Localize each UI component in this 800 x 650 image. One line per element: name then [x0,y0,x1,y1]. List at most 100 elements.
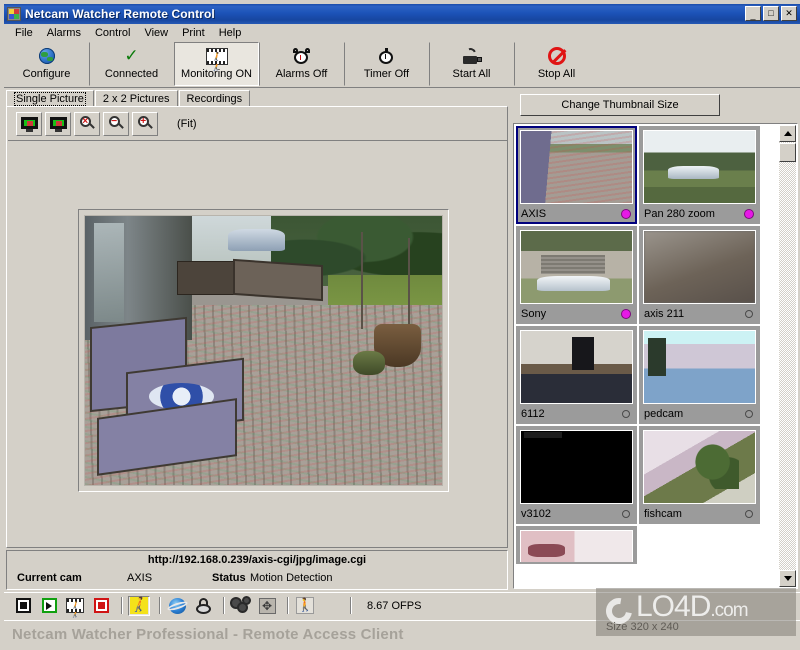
walking-person-grey-icon: 🚶 [296,597,314,614]
toolbar-separator [159,597,161,614]
toolbar-label-stop-all: Stop All [537,68,576,80]
tab-2x2-pictures[interactable]: 2 x 2 Pictures [94,90,178,107]
toolbar-button-connected[interactable]: ✓ Connected [89,42,174,86]
thumbnail-pedcam[interactable]: pedcam [639,326,760,424]
record-button[interactable] [90,595,112,616]
alarm-clock-icon [293,46,310,66]
actual-size-icon[interactable] [45,112,71,136]
thumbnail-preview [520,330,633,404]
thumbnail-axis[interactable]: AXIS [516,126,637,224]
thumbnail-grid: AXIS Pan 280 zoom Sony axis 211 6112 ped… [515,125,769,565]
thumbnail-v3102[interactable]: v3102 [516,426,637,524]
scrollbar-track[interactable] [779,142,796,570]
thumbnail-label: 6112 [521,408,545,420]
minimize-button[interactable]: _ [745,6,761,21]
footer-text: Netcam Watcher Professional - Remote Acc… [12,626,404,643]
toolbar-label-timer: Timer Off [363,68,410,80]
menu-item-file[interactable]: File [8,26,40,40]
chevron-up-icon [783,131,792,136]
stop-button[interactable] [12,595,34,616]
current-cam-value: AXIS [127,572,153,584]
minimize-icon: _ [750,10,756,20]
thumbnail-preview [520,130,633,204]
status-indicator-off [745,410,753,418]
thumbnail-fishcam[interactable]: fishcam [639,426,760,524]
check-icon: ✓ [124,45,139,66]
tab-recordings[interactable]: Recordings [178,90,251,107]
maximize-icon: □ [768,8,774,18]
status-indicator-off [622,410,630,418]
menu-item-print[interactable]: Print [175,26,212,40]
menu-item-view[interactable]: View [137,26,175,40]
camera-image-frame [78,209,449,492]
motion-detect-button[interactable]: 🚶 [128,595,150,616]
status-indicator-on [745,210,753,218]
thumbnail-scrollbar[interactable] [779,125,796,587]
browser-button[interactable] [166,595,188,616]
thumbnail-label: pedcam [644,408,684,420]
status-indicator-on [622,310,630,318]
tab-single-picture[interactable]: Single Picture [6,90,94,107]
fit-window-icon[interactable] [16,112,42,136]
tab-label-single-picture: Single Picture [14,92,86,106]
thumbnail-list: AXIS Pan 280 zoom Sony axis 211 6112 ped… [513,123,798,589]
thumbnail-6112[interactable]: 6112 [516,326,637,424]
thumbnail-label: Sony [521,308,547,320]
view-tabs: Single Picture 2 x 2 Pictures Recordings [6,90,508,107]
toolbar-button-timer[interactable]: Timer Off [344,42,429,86]
toolbar-label-start-all: Start All [452,68,491,80]
menu-item-alarms[interactable]: Alarms [40,26,88,40]
maximize-button[interactable]: □ [763,6,779,21]
thumbnail-pan-280-zoom[interactable]: Pan 280 zoom [639,126,760,224]
viewer-toolbar: × − + (Fit) [8,108,508,141]
chevron-down-icon [783,576,792,581]
pan-tilt-button[interactable]: ✥ [256,595,278,616]
record-motion-button[interactable]: 🚶🚶 [64,595,86,618]
toolbar-button-configure[interactable]: Configure [4,42,89,86]
motion-film-icon: 🚶🚶 [205,46,228,70]
current-cam-label: Current cam [17,572,82,584]
play-button[interactable] [38,595,60,616]
toolbar-button-start-all[interactable]: Start All [429,42,514,86]
thumbnail-preview [520,430,633,504]
status-indicator-on [622,210,630,218]
thumbnail-axis-211[interactable]: axis 211 [639,226,760,324]
zoom-in-icon[interactable]: + [132,112,158,136]
settings-button[interactable] [230,595,252,616]
zoom-reset-icon[interactable]: × [74,112,100,136]
camera-image[interactable] [84,215,443,486]
menu-bar: File Alarms Control View Print Help [4,24,800,42]
thumbnail-label: axis 211 [644,308,685,320]
thumbnail-label: Pan 280 zoom [644,208,715,220]
security-button[interactable] [192,595,214,616]
thumbnail-partial[interactable] [516,526,637,564]
thumbnail-sony[interactable]: Sony [516,226,637,324]
scroll-down-button[interactable] [779,570,796,587]
change-thumbnail-size-button[interactable]: Change Thumbnail Size [520,94,720,116]
pan-tilt-icon: ✥ [258,597,276,614]
thumbnail-preview [643,430,756,504]
thumbnail-label: AXIS [521,208,547,220]
zoom-out-icon[interactable]: − [103,112,129,136]
tab-label-2x2-pictures: 2 x 2 Pictures [102,93,170,105]
walk-detect-button[interactable]: 🚶 [294,595,316,616]
toolbar-button-alarms[interactable]: Alarms Off [259,42,344,86]
scroll-up-button[interactable] [779,125,796,142]
status-value: Motion Detection [250,572,333,584]
close-button[interactable]: ✕ [781,6,797,21]
thumbnail-preview [520,230,633,304]
thumbnail-label: v3102 [521,508,551,520]
thumbnail-preview [520,530,633,562]
record-dot-icon [93,598,109,613]
single-picture-panel: × − + (Fit) [6,106,508,548]
status-panel: http://192.168.0.239/axis-cgi/jpg/image.… [6,550,508,590]
toolbar-button-stop-all[interactable]: Stop All [514,42,599,86]
toolbar-separator [350,597,352,614]
menu-item-help[interactable]: Help [212,26,249,40]
menu-item-control[interactable]: Control [88,26,137,40]
scrollbar-thumb[interactable] [779,143,796,162]
toolbar-button-monitoring[interactable]: 🚶🚶 Monitoring ON [174,42,259,86]
status-indicator-off [745,510,753,518]
camera-scene-porch [85,216,442,485]
status-indicator-off [745,310,753,318]
